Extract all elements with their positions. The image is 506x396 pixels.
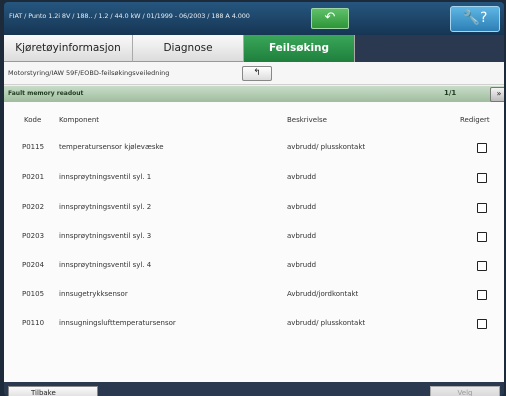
- column-header-description: Beskrivelse: [287, 116, 327, 124]
- vehicle-info: FIAT / Punto 1.2i 8V / 188.. / 1.2 / 44.…: [9, 12, 250, 20]
- fault-table: Kode Komponent Beskrivelse Redigert P011…: [4, 102, 504, 382]
- fault-code: P0204: [22, 261, 45, 269]
- edited-checkbox[interactable]: [477, 290, 487, 300]
- fault-description: Avbrudd/jordkontakt: [287, 290, 359, 298]
- back-button[interactable]: Tilbake: [8, 386, 98, 396]
- tab-diagnose[interactable]: Diagnose: [133, 35, 244, 62]
- return-button[interactable]: ↶: [311, 8, 349, 29]
- fault-code: P0201: [22, 173, 45, 181]
- fault-component: innsprøytningsventil syl. 4: [59, 261, 152, 269]
- content-panel: Motorstyring/IAW 59F/EOBD-feilsøkingsvei…: [4, 62, 504, 382]
- tab-spacer: [355, 35, 504, 62]
- fault-description: avbrudd: [287, 173, 317, 181]
- table-row[interactable]: P0201 innsprøytningsventil syl. 1 avbrud…: [4, 170, 504, 201]
- fault-description: avbrudd: [287, 261, 317, 269]
- edited-checkbox[interactable]: [477, 173, 487, 183]
- fault-component: innsugningslufttemperatursensor: [59, 319, 176, 327]
- table-row[interactable]: P0110 innsugningslufttemperatursensor av…: [4, 316, 504, 347]
- tab-feilsoking[interactable]: Feilsøking: [244, 35, 355, 62]
- fault-component: innsugetrykksensor: [59, 290, 128, 298]
- main-tabs: Kjøretøyinformasjon Diagnose Feilsøking: [4, 35, 504, 62]
- edited-checkbox[interactable]: [477, 319, 487, 329]
- fault-component: temperatursensor kjølevæske: [59, 143, 164, 151]
- application-window: FIAT / Punto 1.2i 8V / 188.. / 1.2 / 44.…: [4, 2, 504, 396]
- footer-bar: Tilbake Velg: [4, 382, 504, 396]
- table-row[interactable]: P0105 innsugetrykksensor Avbrudd/jordkon…: [4, 287, 504, 318]
- edited-checkbox[interactable]: [477, 203, 487, 213]
- column-header-code: Kode: [24, 116, 42, 124]
- table-row[interactable]: P0203 innsprøytningsventil syl. 3 avbrud…: [4, 229, 504, 260]
- fault-component: innsprøytningsventil syl. 3: [59, 232, 152, 240]
- edited-checkbox[interactable]: [477, 143, 487, 153]
- fault-memory-bar: Fault memory readout 1/1 »: [4, 86, 504, 102]
- breadcrumb-row: Motorstyring/IAW 59F/EOBD-feilsøkingsvei…: [4, 62, 504, 85]
- tab-kjoretoyinformasjon[interactable]: Kjøretøyinformasjon: [4, 35, 133, 62]
- fault-description: avbrudd/ plusskontakt: [287, 143, 366, 151]
- table-row[interactable]: P0202 innsprøytningsventil syl. 2 avbrud…: [4, 200, 504, 231]
- edited-checkbox[interactable]: [477, 232, 487, 242]
- double-chevron-right-icon: »: [496, 89, 502, 98]
- tools-help-button[interactable]: 🔧?: [450, 6, 500, 32]
- edited-checkbox[interactable]: [477, 261, 487, 271]
- fault-component: innsprøytningsventil syl. 1: [59, 173, 152, 181]
- fault-page-count: 1/1: [444, 89, 457, 97]
- fault-memory-label: Fault memory readout: [8, 90, 84, 97]
- title-bar: FIAT / Punto 1.2i 8V / 188.. / 1.2 / 44.…: [4, 2, 504, 35]
- breadcrumb-back-button[interactable]: ↰: [242, 66, 272, 81]
- fault-description: avbrudd: [287, 203, 317, 211]
- return-arrow-icon: ↶: [324, 10, 336, 25]
- column-header-edited: Redigert: [460, 116, 490, 124]
- table-row[interactable]: P0115 temperatursensor kjølevæske avbrud…: [4, 140, 504, 171]
- fault-code: P0203: [22, 232, 45, 240]
- fault-next-button[interactable]: »: [490, 87, 504, 102]
- breadcrumb: Motorstyring/IAW 59F/EOBD-feilsøkingsvei…: [8, 69, 170, 77]
- select-button[interactable]: Velg: [430, 386, 500, 396]
- fault-code: P0115: [22, 143, 45, 151]
- fault-description: avbrudd: [287, 232, 317, 240]
- column-header-component: Komponent: [59, 116, 99, 124]
- wrench-question-icon: 🔧?: [462, 10, 488, 26]
- fault-code: P0202: [22, 203, 45, 211]
- fault-code: P0105: [22, 290, 45, 298]
- back-arrow-icon: ↰: [253, 68, 261, 78]
- fault-code: P0110: [22, 319, 45, 327]
- fault-component: innsprøytningsventil syl. 2: [59, 203, 152, 211]
- table-row[interactable]: P0204 innsprøytningsventil syl. 4 avbrud…: [4, 258, 504, 289]
- fault-description: avbrudd/ plusskontakt: [287, 319, 366, 327]
